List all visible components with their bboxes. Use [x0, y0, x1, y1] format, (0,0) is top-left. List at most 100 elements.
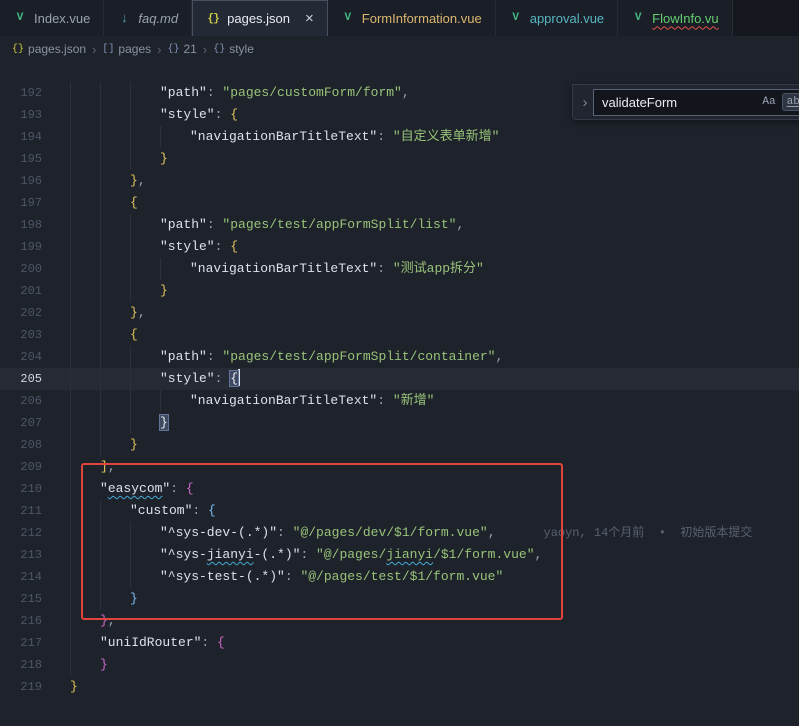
breadcrumb-item-pages.json[interactable]: {}pages.json	[12, 42, 86, 56]
code-text: {	[130, 324, 138, 346]
indent-guide	[70, 214, 71, 236]
line-number: 201	[0, 280, 42, 302]
code-line-215[interactable]: 215}	[0, 588, 799, 610]
code-token: ,	[495, 349, 503, 364]
tab-label: pages.json	[227, 11, 290, 26]
indent-guide	[130, 346, 131, 368]
code-line-203[interactable]: 203{	[0, 324, 799, 346]
code-line-218[interactable]: 218}	[0, 654, 799, 676]
code-line-213[interactable]: 213"^sys-jianyi-(.*)": "@/pages/jianyi/$…	[0, 544, 799, 566]
code-text: },	[130, 170, 146, 192]
breadcrumb-item-pages[interactable]: []pages	[102, 42, 151, 56]
whole-word-button[interactable]: ab	[782, 93, 799, 111]
indent-guide	[70, 456, 71, 478]
code-line-209[interactable]: 209],	[0, 456, 799, 478]
code-text: "uniIdRouter": {	[100, 632, 225, 654]
breadcrumb-item-style[interactable]: {}style	[213, 42, 254, 56]
vue-icon: V	[509, 12, 523, 24]
indent-guide	[130, 236, 131, 258]
code-line-206[interactable]: 206"navigationBarTitleText": "新增"	[0, 390, 799, 412]
code-token: easycom	[108, 481, 163, 496]
code-text: },	[100, 610, 116, 632]
tab-index-vue[interactable]: VIndex.vue	[0, 0, 104, 36]
code-line-200[interactable]: 200 "navigationBarTitleText": "测试app拆分"	[0, 258, 799, 280]
line-number: 204	[0, 346, 42, 368]
tab-forminformation-vue[interactable]: VFormInformation.vue	[328, 0, 496, 36]
tab-flowinfo-vu[interactable]: VFlowInfo.vu	[618, 0, 732, 36]
code-token: {	[208, 503, 216, 518]
find-input[interactable]: validateForm Aa ab .*	[593, 89, 799, 116]
breadcrumb-item-21[interactable]: {}21	[167, 42, 196, 56]
breadcrumb-label: pages.json	[28, 42, 86, 56]
code-token: "新增"	[393, 393, 435, 408]
tab-faq-md[interactable]: ↓faq.md	[104, 0, 192, 36]
code-line-219[interactable]: 219}	[0, 676, 799, 698]
code-text: "^sys-test-(.*)": "@/pages/test/$1/form.…	[160, 566, 503, 588]
line-number: 193	[0, 104, 42, 126]
line-number: 211	[0, 500, 42, 522]
indent-guide	[70, 148, 71, 170]
tab-approval-vue[interactable]: Vapproval.vue	[496, 0, 618, 36]
indent-guide	[130, 82, 131, 104]
indent-guide	[70, 434, 71, 456]
indent-guide	[130, 126, 131, 148]
code-text: },	[130, 302, 146, 324]
find-toggle-chevron-icon[interactable]: ›	[577, 94, 593, 111]
line-number: 197	[0, 192, 42, 214]
indent-guide	[70, 302, 71, 324]
code-token: ,	[108, 613, 116, 628]
vue-icon: V	[341, 12, 355, 24]
code-line-204[interactable]: 204 "path": "pages/test/appFormSplit/cont…	[0, 346, 799, 368]
indent-guide	[70, 610, 71, 632]
code-token: :	[215, 107, 231, 122]
line-number: 200	[0, 258, 42, 280]
code-line-217[interactable]: 217"uniIdRouter": {	[0, 632, 799, 654]
code-token: "pages/test/appFormSplit/container"	[222, 349, 495, 364]
close-icon[interactable]: ×	[305, 11, 314, 26]
code-token: }	[160, 415, 168, 430]
indent-guide	[70, 368, 71, 390]
line-number: 212	[0, 522, 42, 544]
code-line-202[interactable]: 202},	[0, 302, 799, 324]
code-text: "style": {	[160, 236, 238, 258]
code-line-214[interactable]: 214"^sys-test-(.*)": "@/pages/test/$1/fo…	[0, 566, 799, 588]
indent-guide	[70, 500, 71, 522]
code-token: }	[130, 437, 138, 452]
code-line-205[interactable]: 205"style": {	[0, 368, 799, 390]
code-line-212[interactable]: 212"^sys-dev-(.*)": "@/pages/dev/$1/form…	[0, 522, 799, 544]
code-token: ,	[456, 217, 464, 232]
code-line-208[interactable]: 208}	[0, 434, 799, 456]
code-text: }	[100, 654, 108, 676]
indent-guide	[70, 346, 71, 368]
code-text: }	[70, 676, 78, 698]
indent-guide	[100, 500, 101, 522]
text-cursor	[238, 369, 240, 386]
code-line-216[interactable]: 216},	[0, 610, 799, 632]
code-line-195[interactable]: 195}	[0, 148, 799, 170]
match-case-button[interactable]: Aa	[758, 94, 779, 110]
find-widget: › validateForm Aa ab .*	[572, 84, 799, 120]
code-text: "path": "pages/test/appFormSplit/contain…	[160, 346, 503, 368]
code-line-211[interactable]: 211"custom": {	[0, 500, 799, 522]
tab-pages-json[interactable]: {}pages.json×	[192, 0, 328, 36]
indent-guide	[100, 148, 101, 170]
code-text: "navigationBarTitleText": "测试app拆分"	[190, 258, 484, 280]
code-line-210[interactable]: 210"easycom": {	[0, 478, 799, 500]
code-line-201[interactable]: 201}	[0, 280, 799, 302]
code-token: "	[100, 481, 108, 496]
code-text: ],	[100, 456, 116, 478]
code-line-197[interactable]: 197{	[0, 192, 799, 214]
indent-guide	[70, 104, 71, 126]
code-line-199[interactable]: 199"style": {	[0, 236, 799, 258]
code-line-207[interactable]: 207}	[0, 412, 799, 434]
symbol-object-icon: {}	[167, 44, 179, 55]
indent-guide	[130, 214, 131, 236]
indent-guide	[160, 258, 161, 280]
indent-guide	[70, 324, 71, 346]
code-line-196[interactable]: 196},	[0, 170, 799, 192]
code-line-198[interactable]: 198"path": "pages/test/appFormSplit/list…	[0, 214, 799, 236]
indent-guide	[70, 280, 71, 302]
indent-guide	[130, 368, 131, 390]
code-line-194[interactable]: 194"navigationBarTitleText": "自定义表单新增"	[0, 126, 799, 148]
indent-guide	[100, 258, 101, 280]
